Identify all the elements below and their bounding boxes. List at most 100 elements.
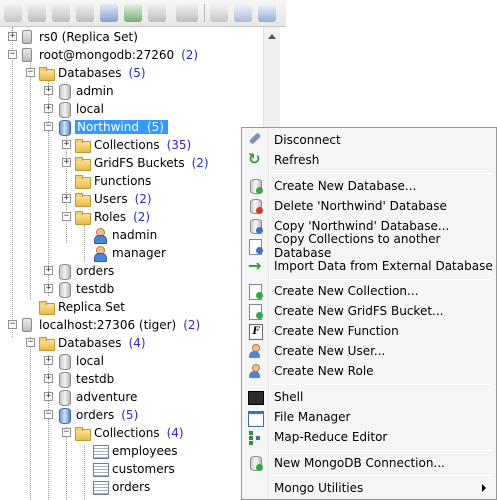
expand-toggle[interactable]: +	[44, 266, 53, 275]
tree-node-users[interactable]: + Users (2)	[62, 190, 152, 208]
menu-item-mongo-utilities[interactable]: Mongo Utilities	[244, 478, 494, 498]
expand-toggle[interactable]: +	[44, 392, 53, 401]
expand-toggle[interactable]: +	[62, 158, 71, 167]
database-icon	[56, 281, 72, 298]
menu-item-disconnect[interactable]: Disconnect	[244, 130, 494, 150]
database-icon	[56, 83, 72, 100]
menu-item-label: Mongo Utilities	[274, 481, 364, 495]
menu-item-create-role[interactable]: Create New Role	[244, 361, 494, 381]
expand-toggle[interactable]: +	[62, 140, 71, 149]
menu-item-shell[interactable]: Shell	[244, 387, 494, 407]
new-connection-icon[interactable]	[4, 4, 22, 22]
tree-node-db-testdb[interactable]: + testdb	[44, 280, 115, 298]
menu-item-map-reduce-editor[interactable]: Map-Reduce Editor	[244, 427, 494, 447]
menu-item-create-function[interactable]: Create New Function	[244, 321, 494, 341]
tree-node-role-manager[interactable]: manager	[92, 244, 167, 262]
tree-node-roles[interactable]: − Roles (2)	[62, 208, 150, 226]
node-label: employees	[112, 444, 178, 458]
server-icon	[22, 30, 32, 44]
tree-node-db-local-2[interactable]: + local	[44, 352, 105, 370]
console-icon[interactable]	[176, 4, 198, 22]
new-database-icon[interactable]	[210, 4, 228, 22]
collapse-toggle[interactable]: −	[62, 428, 71, 437]
expand-toggle[interactable]: +	[44, 374, 53, 383]
menu-item-create-collection[interactable]: Create New Collection...	[244, 281, 494, 301]
menu-item-label: Map-Reduce Editor	[274, 430, 388, 444]
tree-node-collections-2[interactable]: − Collections (4)	[62, 424, 184, 442]
expand-toggle[interactable]: +	[44, 356, 53, 365]
menu-item-label: Copy 'Northwind' Database...	[274, 219, 450, 233]
menu-item-file-manager[interactable]: File Manager	[244, 407, 494, 427]
copy-database-icon	[247, 218, 263, 234]
new-user-icon	[247, 343, 263, 359]
tree-node-replica-set-folder[interactable]: Replica Set	[26, 298, 126, 316]
map-reduce-icon	[247, 429, 263, 445]
database-icon	[56, 371, 72, 388]
menu-item-new-connection[interactable]: New MongoDB Connection...	[244, 453, 494, 473]
tree-node-db-testdb-2[interactable]: + testdb	[44, 370, 115, 388]
tree-node-gridfs-buckets[interactable]: + GridFS Buckets (2)	[62, 154, 209, 172]
copy-icon[interactable]	[52, 4, 70, 22]
tree-node-databases-2[interactable]: − Databases (4)	[26, 334, 146, 352]
tree-node-connection-localhost[interactable]: − localhost:27306 (tiger) (2)	[8, 316, 200, 334]
collapse-toggle[interactable]: −	[8, 50, 17, 59]
menu-item-create-database[interactable]: Create New Database...	[244, 176, 494, 196]
expand-toggle[interactable]: +	[44, 86, 53, 95]
database-icon	[56, 407, 72, 424]
import-icon[interactable]	[258, 4, 276, 22]
disconnect-icon[interactable]	[28, 4, 46, 22]
tree-node-db-local[interactable]: + local	[44, 100, 105, 118]
node-count: (5)	[128, 66, 146, 80]
new-collection-icon[interactable]	[234, 4, 252, 22]
tree-node-databases[interactable]: − Databases (5)	[26, 64, 146, 82]
node-count: (4)	[166, 426, 184, 440]
tree-node-db-adventure[interactable]: + adventure	[44, 388, 138, 406]
tree-node-role-nadmin[interactable]: nadmin	[92, 226, 158, 244]
scroll-up-icon[interactable]	[268, 34, 276, 39]
menu-item-create-user[interactable]: Create New User...	[244, 341, 494, 361]
menu-item-label: New MongoDB Connection...	[274, 456, 445, 470]
node-label: rs0 (Replica Set)	[39, 30, 138, 44]
expand-toggle[interactable]: +	[44, 104, 53, 113]
menu-item-copy-collections[interactable]: Copy Collections to another Database	[244, 232, 494, 260]
tree-node-db-orders-2[interactable]: − orders (5)	[44, 406, 138, 424]
node-label: orders	[76, 264, 115, 278]
expand-toggle[interactable]: +	[44, 284, 53, 293]
node-count: (2)	[191, 156, 209, 170]
node-label: orders	[112, 480, 151, 494]
menu-item-delete-database[interactable]: Delete 'Northwind' Database	[244, 196, 494, 216]
tree-node-functions[interactable]: Functions	[62, 172, 152, 190]
menu-item-refresh[interactable]: Refresh	[244, 150, 494, 170]
menu-separator	[271, 173, 493, 174]
collapse-toggle[interactable]: −	[8, 320, 17, 329]
menu-item-import-data[interactable]: Import Data from External Database	[244, 256, 494, 276]
expand-toggle[interactable]: +	[62, 194, 71, 203]
refresh-icon[interactable]	[124, 4, 142, 22]
tree-node-replica-set[interactable]: + rs0 (Replica Set)	[8, 28, 139, 46]
tree-node-collection-customers[interactable]: customers	[92, 460, 176, 478]
collapse-toggle[interactable]: −	[44, 122, 53, 131]
shell-icon[interactable]	[148, 4, 166, 22]
server-icon	[22, 48, 32, 62]
collapse-toggle[interactable]: −	[26, 338, 35, 347]
collapse-toggle[interactable]: −	[62, 212, 71, 221]
menu-item-create-gridfs-bucket[interactable]: Create New GridFS Bucket...	[244, 301, 494, 321]
node-label: Databases	[58, 336, 122, 350]
tree-node-collections[interactable]: + Collections (35)	[62, 136, 191, 154]
tree-node-connection-root[interactable]: − root@mongodb:27260 (2)	[8, 46, 198, 64]
tree-node-collection-employees[interactable]: employees	[92, 442, 178, 460]
collapse-toggle[interactable]: −	[26, 68, 35, 77]
tree-node-db-admin[interactable]: + admin	[44, 82, 115, 100]
node-count: (2)	[181, 48, 199, 62]
menu-item-label: File Manager	[274, 410, 351, 424]
node-label: admin	[76, 84, 114, 98]
server-icon	[22, 318, 32, 332]
expand-toggle[interactable]: +	[8, 32, 17, 41]
tree-node-collection-orders[interactable]: orders	[92, 478, 151, 496]
tree-node-db-orders[interactable]: + orders	[44, 262, 115, 280]
collapse-toggle[interactable]: −	[44, 410, 53, 419]
node-label: Users	[94, 192, 128, 206]
connect-icon[interactable]	[100, 4, 118, 22]
tree-node-db-northwind[interactable]: − Northwind (5)	[44, 118, 168, 136]
export-icon[interactable]	[76, 4, 94, 22]
